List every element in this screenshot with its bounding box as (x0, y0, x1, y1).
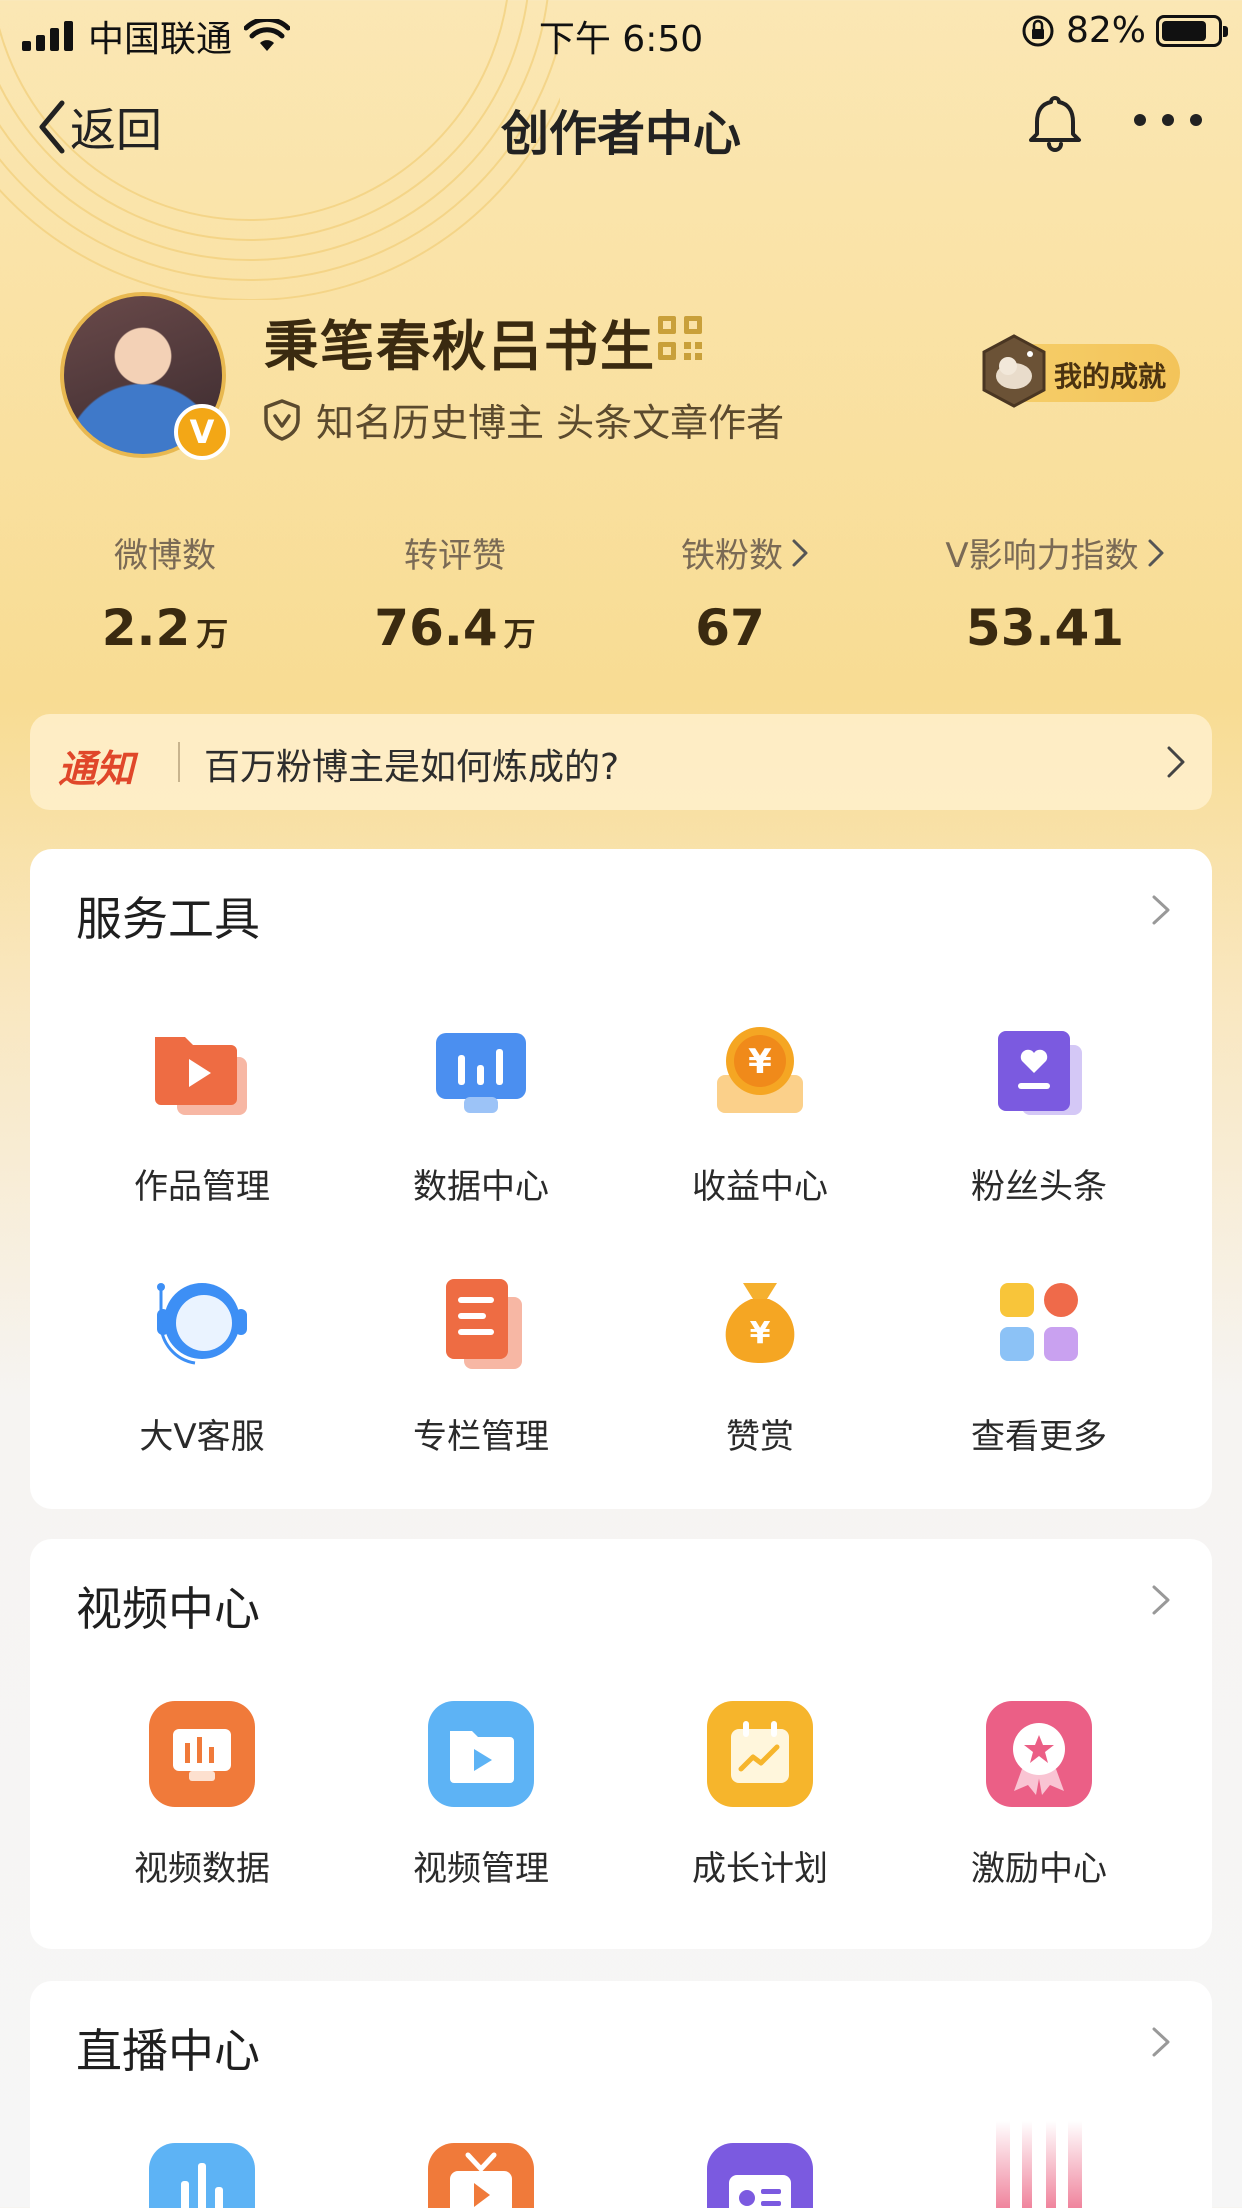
verification-line: 知名历史博主 头条文章作者 (262, 392, 784, 447)
live-data-icon (149, 2143, 255, 2208)
tile-label: 视频数据 (134, 1849, 270, 1889)
tile-label: 专栏管理 (413, 1417, 549, 1457)
tile-label: 查看更多 (971, 1417, 1107, 1457)
verified-badge: V (174, 404, 230, 460)
customer-service-icon (157, 1283, 247, 1365)
battery-icon (1156, 14, 1228, 47)
tile-works-management[interactable]: 作品管理 (62, 1019, 342, 1208)
tile-label: 赞赏 (726, 1417, 794, 1457)
chevron-right-icon (1148, 539, 1164, 566)
chevron-right-icon[interactable] (1150, 893, 1172, 927)
tile-growth-plan[interactable]: 成长计划 (620, 1699, 900, 1890)
stat-label: 微博数 (114, 536, 216, 576)
section-title: 直播中心 (76, 2024, 260, 2078)
stat-iron-fans[interactable]: 铁粉数 67 (640, 528, 850, 657)
tile-income-center[interactable]: ¥ 收益中心 (620, 1019, 900, 1208)
notice-banner[interactable]: 通知 百万粉博主是如何炼成的? (30, 714, 1212, 810)
stat-label: V影响力指数 (945, 536, 1139, 576)
tile-live-2[interactable] (341, 2141, 621, 2208)
service-tools-card: 服务工具 作品管理 数据中心 ¥ 收益中心 粉丝头条 大V客服 专栏管理 ¥ 赞… (30, 849, 1212, 1509)
incentive-icon (986, 1701, 1092, 1807)
svg-text:¥: ¥ (748, 1042, 772, 1082)
tile-label: 作品管理 (134, 1167, 270, 1207)
svg-text:¥: ¥ (750, 1316, 771, 1351)
notice-tag: 通知 (58, 747, 135, 791)
avatar[interactable]: V (60, 292, 230, 460)
chevron-right-icon (792, 539, 808, 566)
verification-text: 知名历史博主 头条文章作者 (316, 401, 785, 445)
bell-icon[interactable] (1025, 92, 1085, 152)
tile-label: 粉丝头条 (971, 1167, 1107, 1207)
tile-column-management[interactable]: 专栏管理 (341, 1269, 621, 1458)
more-options-icon[interactable] (1130, 90, 1206, 150)
video-manage-icon (428, 1701, 534, 1807)
stat-label: 转评赞 (404, 536, 506, 576)
works-folder-icon (155, 1037, 247, 1115)
tile-video-data[interactable]: 视频数据 (62, 1699, 342, 1890)
my-achievement-button[interactable]: 我的成就 (982, 334, 1180, 408)
tile-incentive-center[interactable]: 激励中心 (899, 1699, 1179, 1890)
tile-label: 视频管理 (413, 1849, 549, 1889)
live-stripes-icon (996, 2121, 1082, 2208)
tile-live-1[interactable] (62, 2141, 342, 2208)
data-monitor-icon (436, 1033, 526, 1113)
section-title: 服务工具 (76, 892, 260, 946)
more-grid-icon (1000, 1283, 1078, 1361)
tile-live-3[interactable] (620, 2141, 900, 2208)
growth-plan-icon (707, 1701, 813, 1807)
nav-bar: 返回 创作者中心 (0, 80, 1242, 170)
notice-text: 百万粉博主是如何炼成的? (204, 747, 620, 788)
stat-value: 76.4 (374, 599, 498, 657)
tile-label: 收益中心 (692, 1167, 828, 1207)
chevron-right-icon[interactable] (1150, 2025, 1172, 2059)
income-coin-icon: ¥ (717, 1027, 803, 1113)
stat-value: 53.41 (965, 599, 1125, 657)
battery-percent: 82% (1065, 10, 1146, 51)
user-name[interactable]: 秉笔春秋吕书生 (264, 302, 656, 381)
reward-bag-icon: ¥ (725, 1283, 795, 1363)
video-center-card: 视频中心 视频数据 视频管理 成长计划 激励中心 (30, 1539, 1212, 1949)
stat-value: 2.2 (101, 599, 191, 657)
stat-reposts-comments-likes[interactable]: 转评赞 76.4 万 (355, 528, 555, 657)
chevron-right-icon (1167, 746, 1185, 778)
video-data-icon (149, 1701, 255, 1807)
section-title: 视频中心 (76, 1582, 260, 1636)
tile-label: 大V客服 (139, 1417, 265, 1457)
live-radio-icon (707, 2143, 813, 2208)
status-bar: 中国联通 下午 6:50 82% (0, 0, 1242, 62)
stat-label: 铁粉数 (681, 536, 783, 576)
tile-video-management[interactable]: 视频管理 (341, 1699, 621, 1890)
divider (178, 742, 180, 782)
tile-see-more[interactable]: 查看更多 (899, 1269, 1179, 1458)
orientation-lock-icon (1022, 15, 1054, 46)
stat-v-influence-index[interactable]: V影响力指数 53.41 (920, 528, 1190, 657)
tile-data-center[interactable]: 数据中心 (341, 1019, 621, 1208)
stat-unit: 万 (503, 615, 536, 653)
tile-fan-headline[interactable]: 粉丝头条 (899, 1019, 1179, 1208)
live-center-card: 直播中心 (30, 1981, 1212, 2208)
qr-code-icon[interactable] (656, 314, 704, 362)
achievement-medal-icon (982, 334, 1046, 408)
tile-reward[interactable]: ¥ 赞赏 (620, 1269, 900, 1458)
shield-icon (264, 398, 300, 441)
tile-live-4[interactable] (899, 2121, 1179, 2208)
tile-customer-service[interactable]: 大V客服 (62, 1269, 342, 1458)
stats-row: 微博数 2.2 万 转评赞 76.4 万 铁粉数 67 V影响力指数 53.41 (0, 528, 1242, 668)
column-doc-icon (446, 1279, 522, 1369)
tile-label: 数据中心 (413, 1167, 549, 1207)
stat-weibo-count[interactable]: 微博数 2.2 万 (70, 528, 260, 657)
stat-value: 67 (695, 599, 765, 657)
stat-unit: 万 (196, 615, 229, 653)
live-tv-icon (428, 2143, 534, 2208)
tile-label: 激励中心 (971, 1849, 1107, 1889)
fan-headline-icon (998, 1031, 1082, 1115)
tile-label: 成长计划 (692, 1849, 828, 1889)
chevron-right-icon[interactable] (1150, 1583, 1172, 1617)
achievement-label: 我的成就 (1054, 360, 1167, 393)
